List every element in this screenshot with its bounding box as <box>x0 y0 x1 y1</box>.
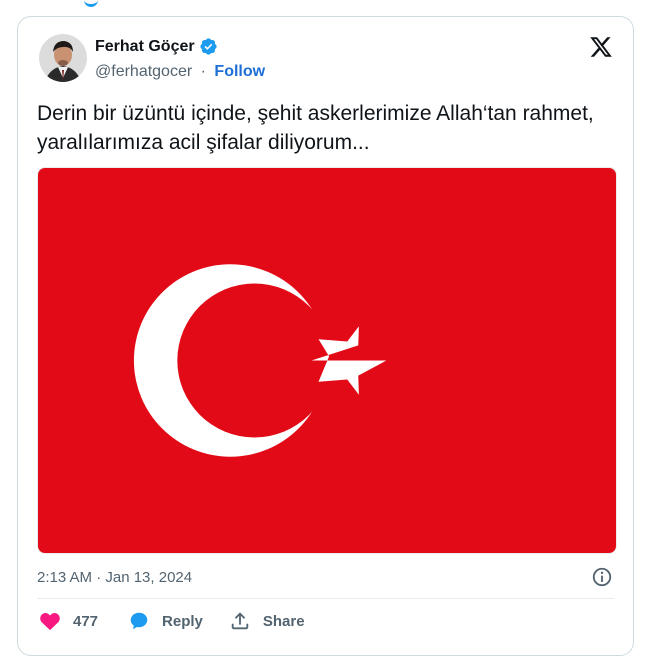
heart-icon <box>40 612 60 631</box>
action-bar: 477 Reply Share <box>39 610 305 632</box>
separator: · <box>200 63 206 80</box>
tweet-timestamp[interactable]: 2:13 AM · Jan 13, 2024 <box>37 569 192 586</box>
like-button[interactable]: 477 <box>39 610 128 632</box>
x-logo-icon[interactable] <box>589 35 613 59</box>
tweet-text: Derin bir üzüntü içinde, şehit askerleri… <box>37 102 594 154</box>
top-fragment <box>84 0 98 7</box>
share-icon <box>231 612 249 630</box>
tweet-card: Ferhat Göçer @ferhatgocer · Follow Derin… <box>17 16 634 656</box>
reply-label: Reply <box>162 612 203 630</box>
tweet-image[interactable] <box>37 167 617 554</box>
info-icon[interactable] <box>591 566 613 588</box>
like-count: 477 <box>73 612 99 630</box>
share-button[interactable]: Share <box>229 610 305 632</box>
verified-badge-icon <box>199 38 217 55</box>
reply-button[interactable]: Reply <box>128 610 203 632</box>
divider <box>37 598 614 599</box>
avatar[interactable] <box>39 34 87 82</box>
turkish-flag-image <box>38 168 616 553</box>
author-name-row: Ferhat Göçer <box>95 37 218 56</box>
follow-link[interactable]: Follow <box>214 63 265 80</box>
author-name[interactable]: Ferhat Göçer <box>95 38 195 56</box>
reply-bubble-icon <box>130 612 148 630</box>
share-label: Share <box>262 612 305 630</box>
author-handle-row: @ferhatgocer · Follow <box>95 63 265 81</box>
author-handle[interactable]: @ferhatgocer <box>95 63 192 80</box>
